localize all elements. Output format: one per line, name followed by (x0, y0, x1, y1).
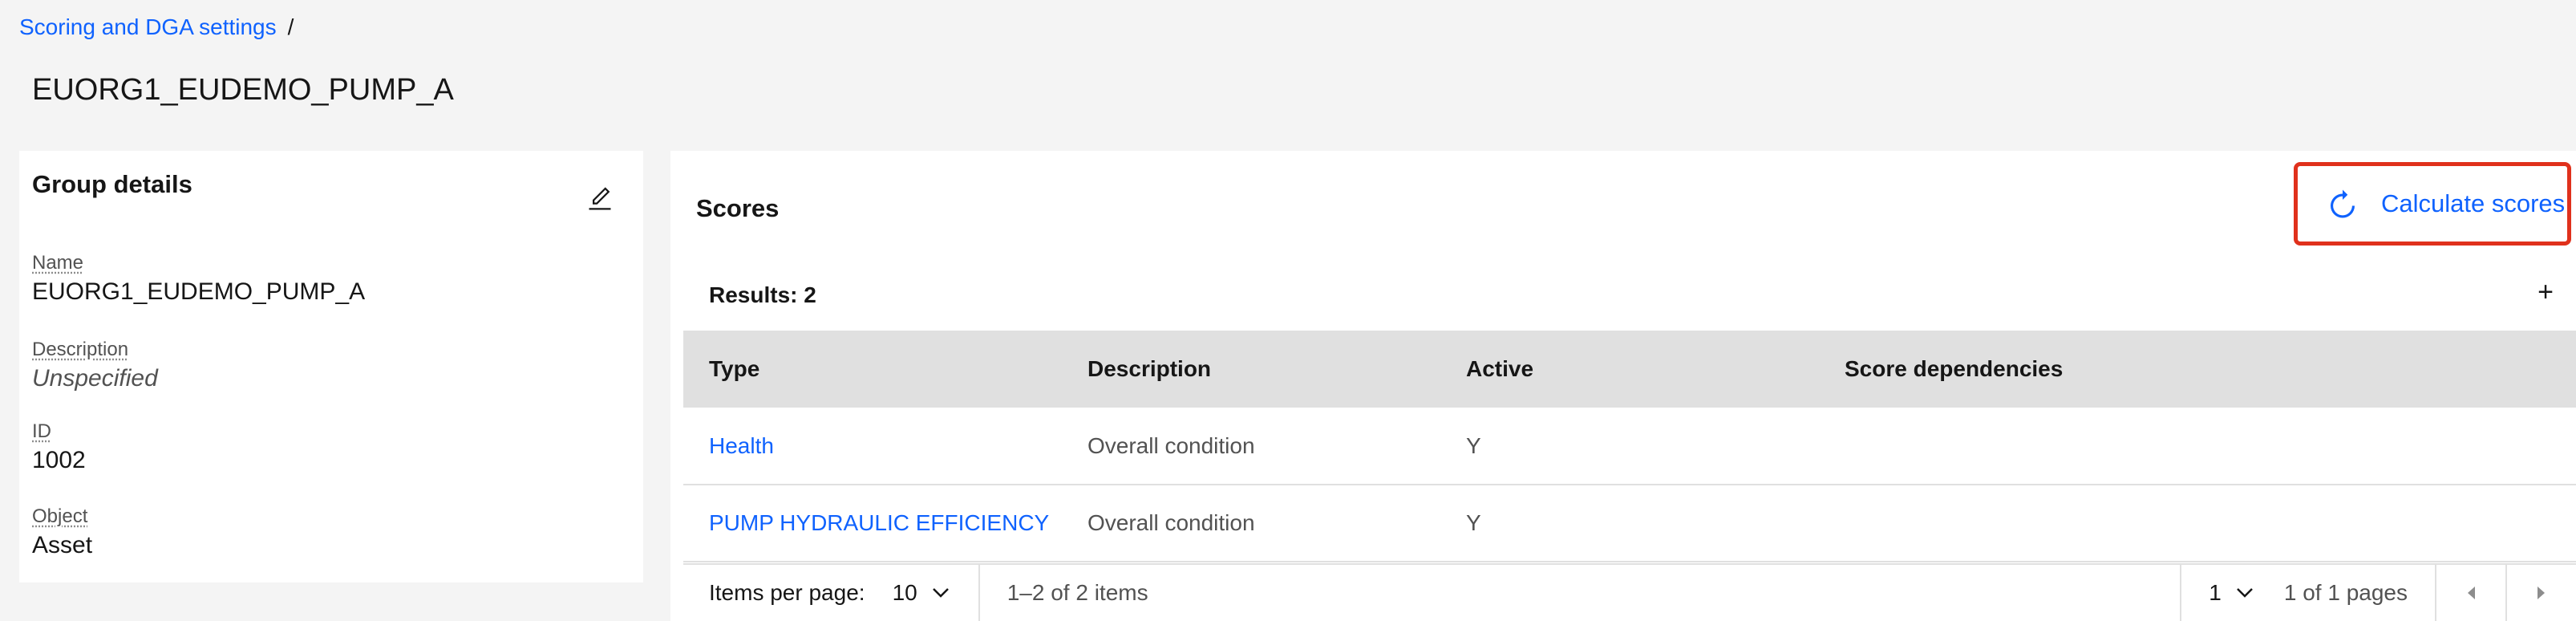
score-dependencies (1819, 408, 2576, 485)
group-details-card: Group details Name EUORG1_EUDEMO_PUMP_A … (19, 151, 643, 582)
field-id-value: 1002 (32, 447, 86, 473)
field-id: ID 1002 (32, 419, 86, 477)
calculate-scores-label: Calculate scores (2381, 189, 2566, 217)
score-description: Overall condition (1088, 510, 1255, 535)
field-name: Name EUORG1_EUDEMO_PUMP_A (32, 250, 365, 308)
page-select[interactable]: 1 (2181, 580, 2254, 606)
field-object-value: Asset (32, 532, 93, 558)
breadcrumb: Scoring and DGA settings / (19, 11, 294, 43)
chevron-down-icon (932, 588, 949, 598)
page-count: 1 of 1 pages (2283, 580, 2408, 605)
calculate-scores-button[interactable]: Calculate scores (2294, 162, 2571, 246)
previous-page-button[interactable] (2435, 564, 2505, 621)
field-description-value: Unspecified (32, 365, 158, 392)
results-count: Results: 2 (709, 282, 816, 307)
field-description-label: Description (32, 339, 129, 360)
add-score-button[interactable]: + (2526, 273, 2565, 311)
score-active: Y (1466, 510, 1481, 535)
refresh-icon (2331, 189, 2355, 218)
chevron-down-icon (2236, 588, 2253, 598)
column-header-type: Type (709, 356, 760, 381)
column-header-active: Active (1466, 356, 1534, 381)
score-type-link[interactable]: PUMP HYDRAULIC EFFICIENCY (683, 485, 1062, 562)
scores-card: Scores Calculate scores Results: 2 + Typ… (670, 151, 2576, 621)
scores-title: Scores (696, 194, 780, 222)
scores-table: Type Description Active Score dependenci… (683, 331, 2576, 562)
pager-divider (978, 564, 980, 621)
group-details-heading: Group details (32, 170, 192, 198)
table-row: PUMP HYDRAULIC EFFICIENCY Overall condit… (683, 485, 2576, 562)
pagination: Items per page: 10 1–2 of 2 items 1 1 of… (683, 563, 2576, 621)
caret-right-icon (2538, 586, 2545, 599)
items-per-page-select[interactable]: 10 (893, 580, 950, 606)
field-name-value: EUORG1_EUDEMO_PUMP_A (32, 278, 366, 305)
items-per-page-value: 10 (892, 580, 917, 605)
items-per-page-label: Items per page: (709, 580, 865, 605)
page-title: EUORG1_EUDEMO_PUMP_A (32, 73, 454, 107)
edit-icon (589, 187, 611, 210)
edit-button[interactable] (577, 177, 622, 221)
score-active: Y (1466, 432, 1481, 458)
field-id-label: ID (32, 420, 51, 442)
field-object: Object Asset (32, 504, 92, 562)
table-row: Health Overall condition Y (683, 408, 2576, 485)
score-type-link[interactable]: Health (683, 408, 1062, 485)
score-dependencies (1819, 485, 2576, 562)
item-range: 1–2 of 2 items (1007, 580, 1148, 605)
page-value: 1 (2209, 580, 2222, 605)
breadcrumb-separator: / (287, 14, 294, 39)
score-description: Overall condition (1088, 432, 1255, 458)
table-header-row: Type Description Active Score dependenci… (683, 331, 2576, 408)
field-name-label: Name (32, 252, 84, 274)
field-object-label: Object (32, 505, 88, 527)
caret-left-icon (2468, 586, 2475, 599)
column-header-score-dependencies: Score dependencies (1845, 356, 2064, 381)
field-description: Description Unspecified (32, 337, 158, 395)
column-header-description: Description (1088, 356, 1212, 381)
next-page-button[interactable] (2505, 564, 2576, 621)
plus-icon: + (2538, 276, 2554, 307)
breadcrumb-link-scoring-settings[interactable]: Scoring and DGA settings (19, 11, 277, 43)
pager-right: 1 1 of 1 pages (2180, 564, 2576, 621)
